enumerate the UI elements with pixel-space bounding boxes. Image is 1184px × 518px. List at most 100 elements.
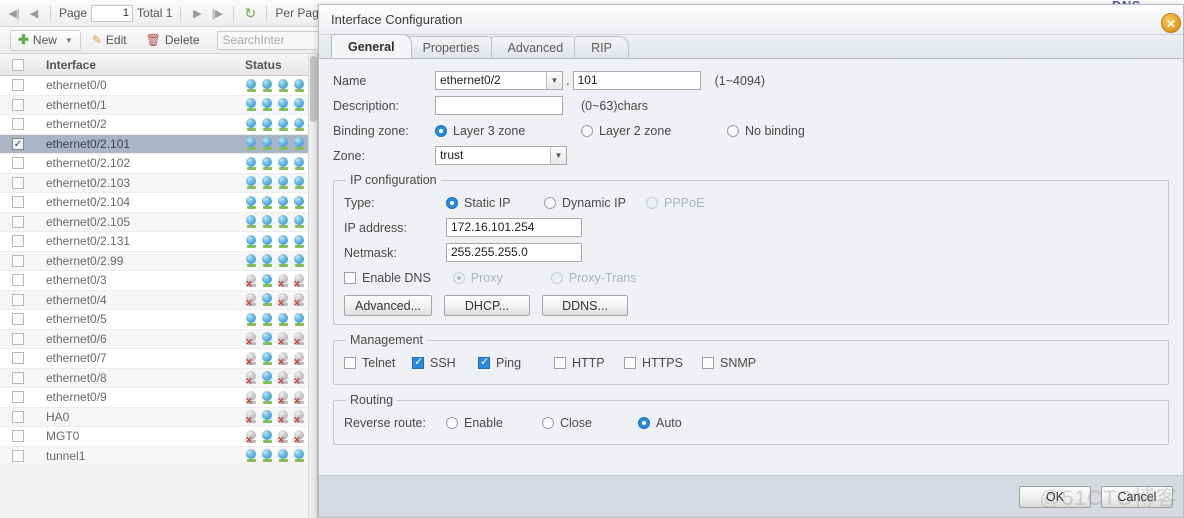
row-checkbox[interactable] <box>0 254 36 267</box>
ip-type-option-dynamic-ip[interactable]: Dynamic IP <box>544 196 646 210</box>
interface-name-select[interactable]: ethernet0/2 ▼ <box>435 71 563 90</box>
row-checkbox[interactable] <box>0 352 36 365</box>
table-row[interactable]: ethernet0/2.99 <box>0 251 317 271</box>
status-up-icon <box>277 176 290 190</box>
new-button[interactable]: ✚ New ▼ <box>10 29 81 51</box>
table-row[interactable]: MGT0 ✕ ✕ ✕ <box>0 427 317 447</box>
radio-label: Close <box>560 415 592 430</box>
ddns-button[interactable]: DDNS... <box>542 295 629 316</box>
table-row[interactable]: ethernet0/0 <box>0 76 317 96</box>
row-checkbox[interactable] <box>0 332 36 345</box>
row-checkbox[interactable] <box>0 176 36 189</box>
row-checkbox[interactable] <box>0 118 36 131</box>
row-checkbox[interactable] <box>0 313 36 326</box>
status-up-icon <box>277 195 290 209</box>
page-number-input[interactable]: 1 <box>91 4 134 22</box>
row-checkbox[interactable] <box>0 196 36 209</box>
table-row[interactable]: ethernet0/7 ✕ ✕ ✕ <box>0 349 317 369</box>
enable-dns-checkbox[interactable]: Enable DNS <box>344 271 431 285</box>
table-scrollbar[interactable] <box>308 54 317 518</box>
binding-zone-option-no-binding[interactable]: No binding <box>727 124 867 138</box>
select-all-checkbox[interactable] <box>0 58 36 71</box>
ok-button[interactable]: OK <box>1019 485 1091 508</box>
management-option-http[interactable]: HTTP <box>554 356 624 370</box>
row-checkbox[interactable] <box>0 430 36 443</box>
tab-rip[interactable]: RIP <box>574 36 629 58</box>
next-page-icon[interactable]: ▶ <box>189 5 205 21</box>
dhcp-button[interactable]: DHCP... <box>444 295 531 316</box>
row-checkbox[interactable] <box>0 410 36 423</box>
close-icon[interactable]: ✕ <box>1161 13 1181 33</box>
radio-button <box>544 196 556 209</box>
management-option-telnet[interactable]: Telnet <box>344 356 412 370</box>
row-status-cell: ✕ ✕ ✕ <box>239 390 317 405</box>
last-page-icon[interactable]: |▶ <box>209 5 225 21</box>
row-checkbox[interactable] <box>0 215 36 228</box>
first-page-icon[interactable]: ◀| <box>6 5 22 21</box>
table-row[interactable]: ethernet0/2.102 <box>0 154 317 174</box>
cancel-button[interactable]: Cancel <box>1101 485 1173 508</box>
table-row[interactable]: HA0 ✕ ✕ ✕ <box>0 407 317 427</box>
table-row[interactable]: ethernet0/2.105 <box>0 212 317 232</box>
row-checkbox[interactable] <box>0 157 36 170</box>
reverse-route-option-close[interactable]: Close <box>542 416 638 430</box>
row-checkbox[interactable] <box>0 98 36 111</box>
refresh-icon[interactable]: ↻ <box>242 5 258 21</box>
table-row[interactable]: ethernet0/6 ✕ ✕ ✕ <box>0 329 317 349</box>
reverse-route-option-enable[interactable]: Enable <box>446 416 542 430</box>
row-checkbox[interactable] <box>0 274 36 287</box>
table-row[interactable]: ethernet0/1 <box>0 95 317 115</box>
tab-properties[interactable]: Properties <box>405 36 497 58</box>
binding-zone-option-layer-2-zone[interactable]: Layer 2 zone <box>581 124 727 138</box>
status-up-icon <box>261 293 274 307</box>
management-option-ssh[interactable]: SSH <box>412 356 478 370</box>
table-row[interactable]: tunnel1 <box>0 446 317 466</box>
table-body: ethernet0/0 ethernet0/1 ethernet0/2 ✓ ethern… <box>0 76 317 518</box>
tab-general[interactable]: General <box>331 34 412 58</box>
row-checkbox[interactable] <box>0 79 36 92</box>
ip-address-input[interactable]: 172.16.101.254 <box>446 218 582 237</box>
table-row[interactable]: ✓ ethernet0/2.101 <box>0 134 317 154</box>
name-label: Name <box>333 73 367 88</box>
row-status-cell <box>239 215 317 229</box>
table-row[interactable]: ethernet0/2.103 <box>0 173 317 193</box>
tab-advanced[interactable]: Advanced <box>490 36 581 58</box>
management-option-snmp[interactable]: SNMP <box>702 356 772 370</box>
advanced-button[interactable]: Advanced... <box>344 295 433 316</box>
enable-dns-row: Enable DNS Proxy Proxy-Trans <box>344 266 1158 289</box>
row-checkbox[interactable] <box>0 449 36 462</box>
row-checkbox[interactable]: ✓ <box>0 137 36 150</box>
scrollbar-thumb[interactable] <box>310 56 317 122</box>
netmask-input[interactable]: 255.255.255.0 <box>446 243 582 262</box>
prev-page-icon[interactable]: ◀ <box>26 5 42 21</box>
column-header-status[interactable]: Status <box>239 58 317 72</box>
checkbox-box <box>12 332 24 345</box>
row-checkbox[interactable] <box>0 293 36 306</box>
column-header-interface[interactable]: Interface <box>36 58 239 72</box>
binding-zone-option-layer-3-zone[interactable]: Layer 3 zone <box>435 124 581 138</box>
table-row[interactable]: ethernet0/5 <box>0 310 317 330</box>
zone-select[interactable]: trust ▼ <box>435 146 567 165</box>
table-row[interactable]: ethernet0/8 ✕ ✕ ✕ <box>0 368 317 388</box>
table-row[interactable]: ethernet0/2.104 <box>0 193 317 213</box>
table-row[interactable]: ethernet0/9 ✕ ✕ ✕ <box>0 388 317 408</box>
ip-type-option-static-ip[interactable]: Static IP <box>446 196 544 210</box>
management-option-ping[interactable]: Ping <box>478 356 554 370</box>
table-row[interactable]: ethernet0/4 ✕ ✕ ✕ <box>0 290 317 310</box>
interface-table: Interface Status ethernet0/0 ethernet0/1 e… <box>0 54 318 518</box>
status-up-icon <box>277 234 290 248</box>
row-checkbox[interactable] <box>0 391 36 404</box>
checkbox-box <box>702 356 714 369</box>
reverse-route-option-auto[interactable]: Auto <box>638 416 728 430</box>
management-option-https[interactable]: HTTPS <box>624 356 702 370</box>
row-checkbox[interactable] <box>0 235 36 248</box>
edit-button[interactable]: ✎ Edit <box>84 30 135 51</box>
table-row[interactable]: ethernet0/2 <box>0 115 317 135</box>
delete-button[interactable]: 🗑 Delete <box>138 30 208 51</box>
status-up-icon <box>245 234 258 248</box>
table-row[interactable]: ethernet0/3 ✕ ✕ ✕ <box>0 271 317 291</box>
vlan-id-input[interactable]: 101 <box>572 71 701 90</box>
description-input[interactable] <box>435 96 563 115</box>
table-row[interactable]: ethernet0/2.131 <box>0 232 317 252</box>
row-checkbox[interactable] <box>0 371 36 384</box>
